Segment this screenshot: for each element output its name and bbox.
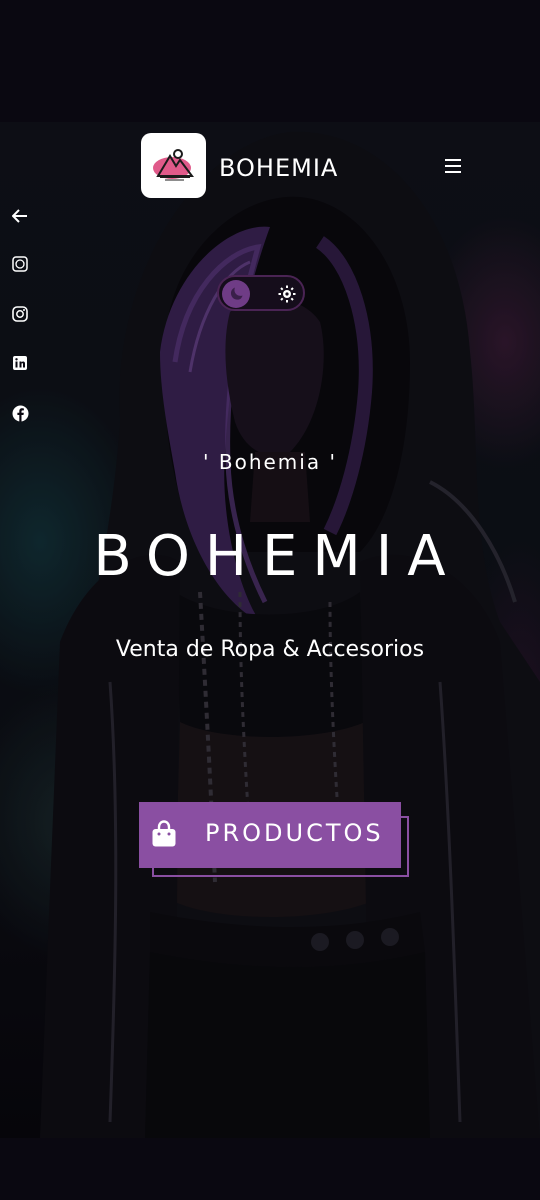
moon-icon <box>230 287 243 300</box>
linkedin-icon <box>13 356 27 370</box>
hero-title: BOHEMIA <box>93 524 461 589</box>
menu-button[interactable] <box>438 152 468 180</box>
products-button[interactable]: PRODUCTOS <box>139 802 401 868</box>
page: BOHEMIA ' Bohemia ' BOHEMIA Venta de Rop… <box>0 0 540 1200</box>
shopping-bag-icon <box>152 820 176 847</box>
products-button-label: PRODUCTOS <box>205 819 384 847</box>
hero-tagline: Venta de Ropa & Accesorios <box>115 637 425 662</box>
back-button[interactable] <box>10 206 30 226</box>
light-mode-option[interactable] <box>274 281 300 307</box>
theme-toggle[interactable] <box>217 275 305 311</box>
arrow-left-icon <box>12 209 27 223</box>
brand-logo[interactable] <box>141 133 206 198</box>
hero-quote: ' Bohemia ' <box>203 450 337 474</box>
logo-icon <box>152 148 194 180</box>
dark-mode-option[interactable] <box>222 280 250 308</box>
facebook-icon <box>12 405 28 421</box>
whatsapp-icon <box>12 256 28 272</box>
hamburger-icon <box>445 159 461 173</box>
facebook-link[interactable] <box>10 403 30 423</box>
linkedin-link[interactable] <box>10 353 30 373</box>
instagram-icon <box>12 306 28 322</box>
brand-name[interactable]: BOHEMIA <box>219 154 338 182</box>
whatsapp-link[interactable] <box>10 254 30 274</box>
instagram-link[interactable] <box>10 304 30 324</box>
sun-icon <box>278 285 296 303</box>
